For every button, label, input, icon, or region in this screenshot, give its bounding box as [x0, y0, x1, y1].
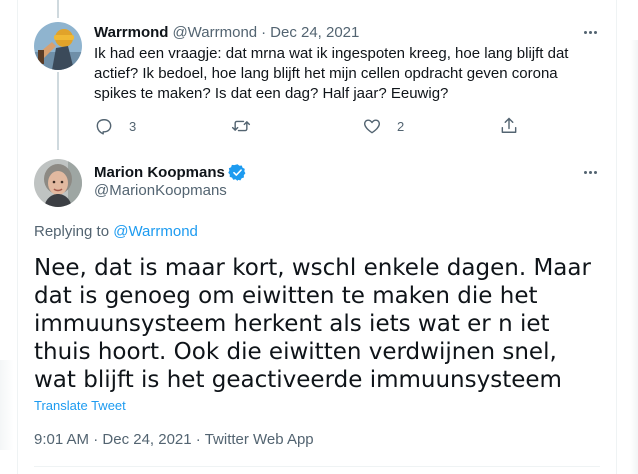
reply-icon [96, 119, 112, 135]
right-edge-shadow [630, 40, 638, 474]
thread-connector [57, 72, 59, 150]
replying-to-handle-link[interactable]: @Warrmond [113, 223, 198, 240]
reply-count: 3 [129, 118, 137, 134]
reply-button[interactable]: 3 [94, 116, 136, 136]
left-edge-shadow [0, 360, 14, 450]
more-icon[interactable] [580, 22, 600, 42]
avatar-marion-image [34, 159, 82, 207]
verified-badge-icon [228, 163, 246, 181]
divider [34, 466, 600, 467]
reply-tweet-actions: 3 2 [94, 116, 534, 136]
avatar-warrmond-image [34, 22, 82, 70]
tweet-date[interactable]: Dec 24, 2021 [102, 431, 191, 448]
like-button[interactable]: 2 [362, 116, 404, 136]
separator-dot: · [195, 431, 201, 448]
more-icon[interactable] [580, 162, 600, 182]
share-icon [501, 117, 517, 133]
author-name[interactable]: Marion Koopmans [94, 164, 225, 181]
like-count: 2 [397, 118, 405, 134]
main-tweet-text: Nee, dat is maar kort, wschl enkele dage… [34, 255, 591, 393]
heart-icon [364, 119, 380, 134]
avatar-marion[interactable] [34, 159, 82, 207]
separator-dot: · [93, 431, 99, 448]
author-handle[interactable]: @Warrmond [172, 24, 257, 41]
reply-tweet-header: Warrmond @Warrmond · Dec 24, 2021 [94, 22, 359, 42]
author-handle[interactable]: @MarionKoopmans [94, 182, 227, 199]
author-name[interactable]: Warrmond [94, 24, 168, 41]
main-author-row: Marion Koopmans [94, 162, 247, 182]
tweet-metadata: 9:01 AM · Dec 24, 2021 · Twitter Web App [34, 431, 314, 448]
tweet-date[interactable]: Dec 24, 2021 [270, 24, 359, 41]
translate-tweet-link[interactable]: Translate Tweet [34, 398, 126, 413]
separator-dot: · [261, 23, 267, 41]
tweet-time[interactable]: 9:01 AM [34, 431, 89, 448]
avatar-warrmond[interactable] [34, 22, 82, 70]
reply-tweet-text: Ik had een vraagje: dat mrna wat ik inge… [94, 45, 569, 102]
replying-to: Replying to @Warrmond [34, 223, 198, 240]
share-button[interactable] [499, 116, 519, 136]
replying-to-label: Replying to [34, 223, 110, 240]
retweet-icon [231, 120, 251, 132]
thread-connector-top [57, 0, 59, 18]
retweet-button[interactable] [231, 116, 266, 136]
tweet-source[interactable]: Twitter Web App [205, 431, 314, 448]
